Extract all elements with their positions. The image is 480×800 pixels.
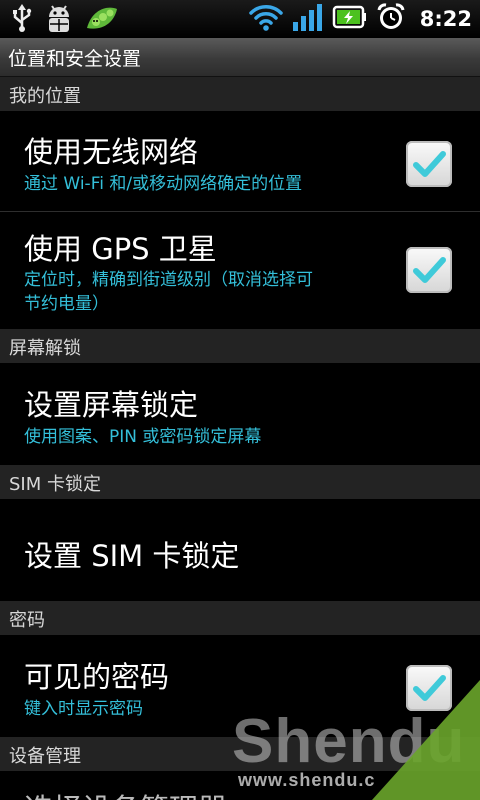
wireless-checkbox[interactable] bbox=[406, 141, 452, 187]
signal-icon bbox=[292, 2, 324, 36]
gps-checkbox[interactable] bbox=[406, 247, 452, 293]
setting-summary: 使用图案、PIN 或密码锁定屏幕 bbox=[24, 427, 262, 447]
wifi-icon bbox=[248, 2, 284, 36]
section-header-sim-lock: SIM 卡锁定 bbox=[0, 465, 480, 499]
section-header-label: SIM 卡锁定 bbox=[9, 474, 101, 495]
setting-use-gps-satellites[interactable]: 使用 GPS 卫星 定位时，精确到街道级别（取消选择可 节约电量） bbox=[0, 212, 480, 328]
setting-use-wireless-networks[interactable]: 使用无线网络 通过 Wi-Fi 和/或移动网络确定的位置 bbox=[0, 111, 480, 211]
setting-title: 使用 GPS 卫星 bbox=[24, 232, 217, 266]
status-bar: 8:22 bbox=[0, 0, 480, 38]
setting-summary-line2: 节约电量） bbox=[24, 294, 109, 314]
clock-time: 8:22 bbox=[419, 7, 472, 31]
watermark-url: www.shendu.c bbox=[238, 770, 376, 790]
section-header-my-location: 我的位置 bbox=[0, 77, 480, 111]
setting-summary-line1: 定位时，精确到街道级别（取消选择可 bbox=[24, 270, 313, 290]
section-header-label: 屏幕解锁 bbox=[9, 338, 81, 359]
visible-passwords-checkbox[interactable] bbox=[406, 665, 452, 711]
setting-title: 设置 SIM 卡锁定 bbox=[24, 539, 240, 573]
setting-summary: 通过 Wi-Fi 和/或移动网络确定的位置 bbox=[24, 174, 303, 194]
check-icon bbox=[413, 151, 446, 177]
setting-set-sim-lock[interactable]: 设置 SIM 卡锁定 bbox=[0, 500, 480, 600]
setting-set-screen-lock[interactable]: 设置屏幕锁定 使用图案、PIN 或密码锁定屏幕 bbox=[0, 364, 480, 464]
setting-title: 设置屏幕锁定 bbox=[24, 388, 199, 422]
title-bar: 位置和安全设置 bbox=[0, 38, 480, 77]
section-header-screen-unlock: 屏幕解锁 bbox=[0, 329, 480, 363]
setting-title: 使用无线网络 bbox=[24, 135, 199, 169]
section-header-password: 密码 bbox=[0, 601, 480, 635]
android-debug-icon bbox=[44, 3, 74, 39]
check-icon bbox=[413, 675, 446, 701]
watermark-logo: Shendu bbox=[232, 707, 466, 776]
section-header-label: 我的位置 bbox=[9, 86, 81, 107]
section-header-label: 密码 bbox=[9, 610, 45, 631]
peapod-icon bbox=[84, 3, 120, 39]
page-title: 位置和安全设置 bbox=[8, 48, 142, 70]
setting-title: 选择设备管理器 bbox=[24, 786, 227, 800]
check-icon bbox=[413, 257, 446, 283]
section-header-label: 设备管理 bbox=[9, 746, 81, 767]
usb-icon bbox=[10, 3, 34, 39]
setting-summary: 键入时显示密码 bbox=[24, 699, 143, 719]
alarm-icon bbox=[376, 2, 406, 36]
battery-charging-icon bbox=[332, 4, 368, 34]
setting-title: 可见的密码 bbox=[24, 660, 170, 694]
